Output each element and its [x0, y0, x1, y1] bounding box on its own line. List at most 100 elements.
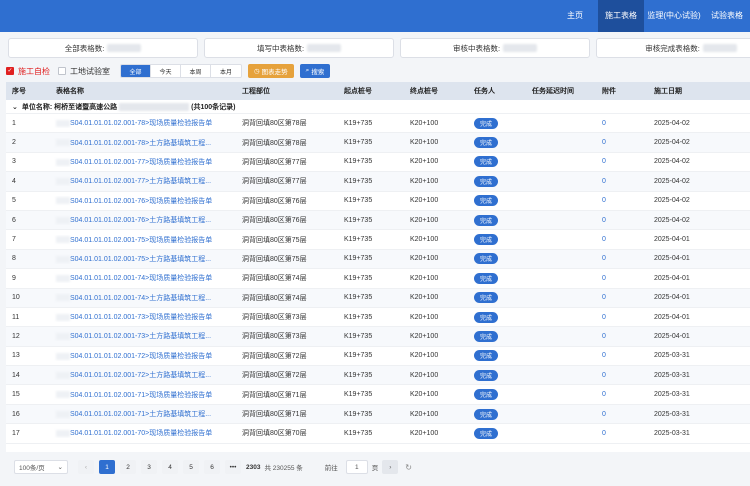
column-header-7[interactable]: 附件 — [596, 86, 648, 96]
table-row[interactable]: 7 S04.01.01.01.02.001-75>现场质量检验报告单 洞背回填80区… — [6, 230, 750, 250]
status-badge[interactable]: 完成 — [474, 311, 499, 323]
attachment-count[interactable]: 0 — [602, 275, 606, 282]
unit-group-row[interactable]: ⌄ 单位名称: 柯桥至诸暨高速公路 (共100条记录) — [6, 100, 750, 114]
table-name-link[interactable]: S04.01.01.01.02.001-77>现场质量检验报告单 — [70, 159, 212, 166]
table-row[interactable]: 12 S04.01.01.01.02.001-73>土方路基填筑工程... 洞背回填… — [6, 327, 750, 347]
segment-3[interactable]: 本月 — [211, 65, 241, 77]
table-row[interactable]: 16 S04.01.01.01.02.001-71>土方路基填筑工程... 洞背回填… — [6, 404, 750, 425]
segment-2[interactable]: 本周 — [181, 65, 211, 77]
page-button-2[interactable]: 2 — [120, 460, 136, 474]
table-row[interactable]: 5 S04.01.01.01.02.001-76>现场质量检验报告单 洞背回填80区… — [6, 192, 750, 211]
table-name-link[interactable]: S04.01.01.01.02.001-73>现场质量检验报告单 — [70, 314, 212, 321]
table-name-link[interactable]: S04.01.01.01.02.001-72>现场质量检验报告单 — [70, 353, 212, 360]
column-header-3[interactable]: 起点桩号 — [338, 86, 404, 96]
table-name-link[interactable]: S04.01.01.01.02.001-75>现场质量检验报告单 — [70, 237, 212, 244]
table-row[interactable]: 6 S04.01.01.01.02.001-76>土方路基填筑工程... 洞背回填8… — [6, 210, 750, 231]
status-badge[interactable]: 完成 — [474, 117, 499, 129]
page-button-5[interactable]: 5 — [183, 460, 199, 474]
table-row[interactable]: 1 S04.01.01.01.02.001-78>现场质量检验报告单 洞背回填80区… — [6, 114, 750, 134]
status-badge[interactable]: 完成 — [474, 427, 499, 439]
table-name-link[interactable]: S04.01.01.01.02.001-76>土方路基填筑工程... — [70, 217, 211, 224]
table-row[interactable]: 14 S04.01.01.01.02.001-72>土方路基填筑工程... 洞背回填… — [6, 366, 750, 386]
attachment-count[interactable]: 0 — [602, 255, 606, 262]
page-button-6[interactable]: 6 — [204, 460, 220, 474]
column-header-1[interactable]: 表格名称 — [50, 86, 236, 96]
table-name-link[interactable]: S04.01.01.01.02.001-71>现场质量检验报告单 — [70, 392, 212, 399]
status-badge[interactable]: 完成 — [474, 369, 499, 381]
table-row[interactable]: 17 S04.01.01.01.02.001-70>现场质量检验报告单 洞背回填80… — [6, 424, 750, 444]
table-name-link[interactable]: S04.01.01.01.02.001-78>现场质量检验报告单 — [70, 120, 212, 127]
table-name-link[interactable]: S04.01.01.01.02.001-74>现场质量检验报告单 — [70, 275, 212, 282]
status-badge[interactable]: 完成 — [474, 408, 499, 420]
attachment-count[interactable]: 0 — [602, 217, 606, 224]
nav-item-1[interactable]: 施工表格 — [598, 0, 644, 32]
status-badge[interactable]: 完成 — [474, 389, 499, 401]
column-header-8[interactable]: 施工日期 — [648, 86, 748, 96]
attachment-count[interactable]: 0 — [602, 333, 606, 340]
nav-item-2[interactable]: 监理(中心试验) — [644, 0, 704, 32]
lab-checkbox[interactable] — [58, 67, 66, 75]
table-row[interactable]: 10 S04.01.01.01.02.001-74>土方路基填筑工程... 洞背回填… — [6, 288, 750, 308]
column-header-4[interactable]: 终点桩号 — [404, 86, 468, 96]
table-name-link[interactable]: S04.01.01.01.02.001-76>现场质量检验报告单 — [70, 198, 212, 205]
status-badge[interactable]: 完成 — [474, 195, 499, 207]
table-row[interactable]: 8 S04.01.01.01.02.001-75>土方路基填筑工程... 洞背回填8… — [6, 249, 750, 270]
attachment-count[interactable]: 0 — [602, 430, 606, 437]
table-name-link[interactable]: S04.01.01.01.02.001-70>现场质量检验报告单 — [70, 430, 212, 437]
attachment-count[interactable]: 0 — [602, 197, 606, 204]
table-row[interactable]: 15 S04.01.01.01.02.001-71>现场质量检验报告单 洞背回填80… — [6, 385, 750, 405]
attachment-count[interactable]: 0 — [602, 391, 606, 398]
status-badge[interactable]: 完成 — [474, 214, 499, 226]
table-name-link[interactable]: S04.01.01.01.02.001-78>土方路基填筑工程... — [70, 140, 211, 147]
table-row[interactable]: 13 S04.01.01.01.02.001-72>现场质量检验报告单 洞背回填80… — [6, 347, 750, 367]
status-badge[interactable]: 完成 — [474, 272, 499, 284]
status-badge[interactable]: 完成 — [474, 253, 499, 265]
page-size-select[interactable]: 100条/页 ⌄ — [14, 460, 68, 474]
column-header-2[interactable]: 工程部位 — [236, 86, 338, 96]
page-button-3[interactable]: 3 — [141, 460, 157, 474]
table-row[interactable]: 2 S04.01.01.01.02.001-78>土方路基填筑工程... 洞背回填8… — [6, 133, 750, 153]
attachment-count[interactable]: 0 — [602, 139, 606, 146]
nav-item-3[interactable]: 试验表格 — [704, 0, 750, 32]
attachment-count[interactable]: 0 — [602, 120, 606, 127]
table-name-link[interactable]: S04.01.01.01.02.001-74>土方路基填筑工程... — [70, 295, 211, 302]
segment-1[interactable]: 今天 — [151, 65, 181, 77]
table-name-link[interactable]: S04.01.01.01.02.001-75>土方路基填筑工程... — [70, 256, 211, 263]
column-header-5[interactable]: 任务人 — [468, 86, 526, 96]
goto-page-input[interactable]: 1 — [345, 460, 368, 474]
attachment-count[interactable]: 0 — [602, 411, 606, 418]
table-name-link[interactable]: S04.01.01.01.02.001-73>土方路基填筑工程... — [70, 333, 211, 340]
attachment-count[interactable]: 0 — [602, 236, 606, 243]
table-row[interactable]: 9 S04.01.01.01.02.001-74>现场质量检验报告单 洞背回填80区… — [6, 269, 750, 289]
status-badge[interactable]: 完成 — [474, 330, 499, 342]
attachment-count[interactable]: 0 — [602, 178, 606, 185]
status-badge[interactable]: 完成 — [474, 350, 499, 362]
table-name-link[interactable]: S04.01.01.01.02.001-77>土方路基填筑工程... — [70, 178, 211, 185]
trend-chart-button[interactable]: ◷ 图表走势 — [248, 64, 294, 78]
status-badge[interactable]: 完成 — [474, 156, 499, 168]
segment-0[interactable]: 全部 — [121, 65, 151, 77]
collapse-chevron-icon[interactable]: ⌄ — [12, 103, 18, 111]
column-header-6[interactable]: 任务延迟时间 — [526, 86, 596, 96]
next-page-button[interactable]: › — [382, 460, 399, 474]
attachment-count[interactable]: 0 — [602, 294, 606, 301]
attachment-count[interactable]: 0 — [602, 372, 606, 379]
last-page-number[interactable]: 2303 — [246, 464, 260, 471]
table-row[interactable]: 3 S04.01.01.01.02.001-77>现场质量检验报告单 洞背回填80区… — [6, 153, 750, 173]
table-name-link[interactable]: S04.01.01.01.02.001-71>土方路基填筑工程... — [70, 411, 211, 418]
self-check-checkbox[interactable]: ✓ — [6, 67, 14, 75]
attachment-count[interactable]: 0 — [602, 158, 606, 165]
table-row[interactable]: 11 S04.01.01.01.02.001-73>现场质量检验报告单 洞背回填80… — [6, 308, 750, 328]
attachment-count[interactable]: 0 — [602, 314, 606, 321]
pager-ellipsis[interactable]: ••• — [225, 460, 241, 474]
attachment-count[interactable]: 0 — [602, 352, 606, 359]
page-button-1[interactable]: 1 — [99, 460, 115, 474]
refresh-icon[interactable]: ↻ — [405, 463, 412, 472]
lab-label[interactable]: 工地试验室 — [70, 66, 110, 77]
status-badge[interactable]: 完成 — [474, 175, 499, 187]
search-button[interactable]: ⌕ 搜索 — [299, 64, 331, 78]
prev-page-button[interactable]: ‹ — [78, 460, 94, 474]
status-badge[interactable]: 完成 — [474, 234, 499, 246]
status-badge[interactable]: 完成 — [474, 292, 499, 304]
nav-item-0[interactable]: 主页 — [552, 0, 598, 32]
